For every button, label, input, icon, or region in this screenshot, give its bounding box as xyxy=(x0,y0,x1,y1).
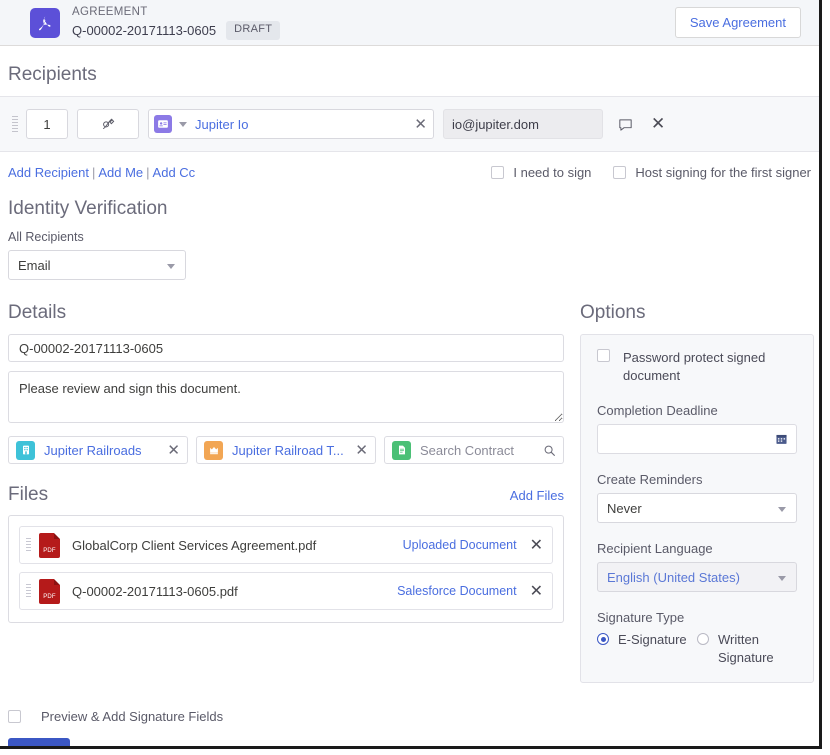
password-protect-checkbox[interactable] xyxy=(597,349,610,362)
signature-type-label: Signature Type xyxy=(597,610,685,626)
file-drag-handle-icon[interactable] xyxy=(26,584,31,598)
identity-verification-heading: Identity Verification xyxy=(8,198,168,219)
header-kicker: AGREEMENT xyxy=(72,5,148,18)
search-icon[interactable] xyxy=(543,444,556,457)
chip-contract-search[interactable]: Search Contract xyxy=(384,436,564,464)
recipient-row: Jupiter Io ✕ io@jupiter.dom ✕ xyxy=(0,96,819,152)
pdf-file-icon: PDF xyxy=(39,532,60,558)
drag-handle-icon[interactable] xyxy=(12,116,18,132)
esignature-radio[interactable] xyxy=(597,633,609,646)
chip-account[interactable]: Jupiter Railroads ✕ xyxy=(8,436,188,464)
adobe-pdf-icon xyxy=(30,7,60,38)
chip-opportunity[interactable]: Jupiter Railroad T... ✕ xyxy=(196,436,376,464)
create-reminders-select[interactable]: Never xyxy=(597,493,797,524)
recipient-name: Jupiter Io xyxy=(195,116,249,132)
chevron-down-icon xyxy=(167,264,175,269)
remove-recipient-icon[interactable]: ✕ xyxy=(651,114,665,134)
file-name: GlobalCorp Client Services Agreement.pdf xyxy=(72,537,317,553)
contract-document-icon xyxy=(392,440,411,460)
recipient-language-value: English (United States) xyxy=(607,569,740,585)
preview-signature-fields-label: Preview & Add Signature Fields xyxy=(41,709,224,725)
file-drag-handle-icon[interactable] xyxy=(26,538,31,552)
recipient-actions: Add Recipient | Add Me | Add Cc I need t… xyxy=(8,165,811,180)
chevron-down-icon xyxy=(778,576,786,582)
file-name: Q-00002-20171113-0605.pdf xyxy=(72,583,238,599)
file-row[interactable]: PDF Q-00002-20171113-0605.pdf Salesforce… xyxy=(19,572,553,610)
written-signature-label: Written Signature xyxy=(718,632,774,665)
recipient-language-select[interactable]: English (United States) xyxy=(597,562,797,593)
account-building-icon xyxy=(16,440,35,460)
recipient-email-field[interactable]: io@jupiter.dom xyxy=(443,109,603,139)
chevron-down-icon xyxy=(778,507,786,513)
all-recipients-label: All Recipients xyxy=(8,230,84,244)
link-separator-1: | xyxy=(91,165,96,180)
signature-pen-icon xyxy=(103,118,115,129)
speech-bubble-icon[interactable] xyxy=(617,116,634,133)
agreement-window: AGREEMENT Q-00002-20171113-0605 DRAFT Sa… xyxy=(0,0,822,749)
send-button[interactable]: Send xyxy=(8,738,71,746)
opportunity-crown-icon xyxy=(204,440,223,460)
signature-type-written[interactable]: Written Signature xyxy=(697,631,797,666)
save-agreement-button[interactable]: Save Agreement xyxy=(674,7,801,38)
create-reminders-label: Create Reminders xyxy=(597,472,703,488)
identity-verification-select[interactable]: Email xyxy=(8,250,186,280)
recipient-type-chevron-down-icon[interactable] xyxy=(179,121,187,127)
host-signing-label: Host signing for the first signer xyxy=(635,165,811,180)
page-header: AGREEMENT Q-00002-20171113-0605 DRAFT Sa… xyxy=(0,0,819,46)
file-row[interactable]: PDF GlobalCorp Client Services Agreement… xyxy=(19,526,553,564)
pdf-file-icon: PDF xyxy=(39,578,60,604)
options-panel: Password protect signed document Complet… xyxy=(580,334,814,684)
add-cc-link[interactable]: Add Cc xyxy=(153,165,196,180)
file-source-tag: Salesforce Document xyxy=(397,584,517,598)
recipient-order-input[interactable] xyxy=(26,109,68,139)
file-source-tag: Uploaded Document xyxy=(402,538,517,552)
preview-signature-fields-checkbox[interactable] xyxy=(8,710,21,724)
chip-account-remove-icon[interactable]: ✕ xyxy=(167,443,180,458)
calendar-icon[interactable] xyxy=(775,432,788,449)
add-recipient-link[interactable]: Add Recipient xyxy=(8,165,89,180)
create-reminders-value: Never xyxy=(607,500,642,516)
agreement-name-input[interactable] xyxy=(8,334,564,362)
completion-deadline-input[interactable] xyxy=(597,424,797,455)
recipient-language-label: Recipient Language xyxy=(597,541,713,557)
link-separator-2: | xyxy=(146,165,150,180)
recipient-role-button[interactable] xyxy=(77,109,139,139)
signature-type-esignature[interactable]: E-Signature xyxy=(597,631,697,666)
clear-recipient-icon[interactable]: ✕ xyxy=(414,117,427,132)
completion-deadline-label: Completion Deadline xyxy=(597,403,718,419)
page-title: Q-00002-20171113-0605 xyxy=(72,22,217,38)
related-records-chips: Jupiter Railroads ✕ Jupiter Railroad T..… xyxy=(8,436,564,464)
recipient-email: io@jupiter.dom xyxy=(452,116,539,132)
written-signature-radio[interactable] xyxy=(697,633,709,646)
remove-file-icon[interactable]: ✕ xyxy=(530,535,543,555)
password-protect-label: Password protect signed document xyxy=(623,350,766,384)
recipient-name-field[interactable]: Jupiter Io ✕ xyxy=(148,109,434,139)
i-need-to-sign-label: I need to sign xyxy=(513,165,592,180)
details-heading: Details xyxy=(8,302,67,323)
status-badge: DRAFT xyxy=(226,21,281,41)
contact-badge-icon xyxy=(154,115,172,133)
form-footer: Preview & Add Signature Fields Send xyxy=(8,709,811,746)
host-signing-checkbox[interactable] xyxy=(613,166,627,179)
agreement-message-textarea[interactable] xyxy=(8,371,564,423)
files-list: PDF GlobalCorp Client Services Agreement… xyxy=(8,515,564,623)
recipients-heading: Recipients xyxy=(8,64,97,85)
add-files-link[interactable]: Add Files xyxy=(510,488,564,503)
chip-opportunity-remove-icon[interactable]: ✕ xyxy=(355,443,368,458)
add-me-link[interactable]: Add Me xyxy=(98,165,143,180)
esignature-label: E-Signature xyxy=(618,632,687,648)
i-need-to-sign-checkbox[interactable] xyxy=(491,166,505,179)
chip-account-label: Jupiter Railroads xyxy=(44,442,142,458)
remove-file-icon[interactable]: ✕ xyxy=(530,581,543,601)
identity-verification-value: Email xyxy=(18,257,51,273)
files-heading: Files xyxy=(8,484,49,505)
options-heading: Options xyxy=(580,302,646,323)
chip-contract-search-label: Search Contract xyxy=(420,442,514,458)
chip-opportunity-label: Jupiter Railroad T... xyxy=(232,442,344,458)
